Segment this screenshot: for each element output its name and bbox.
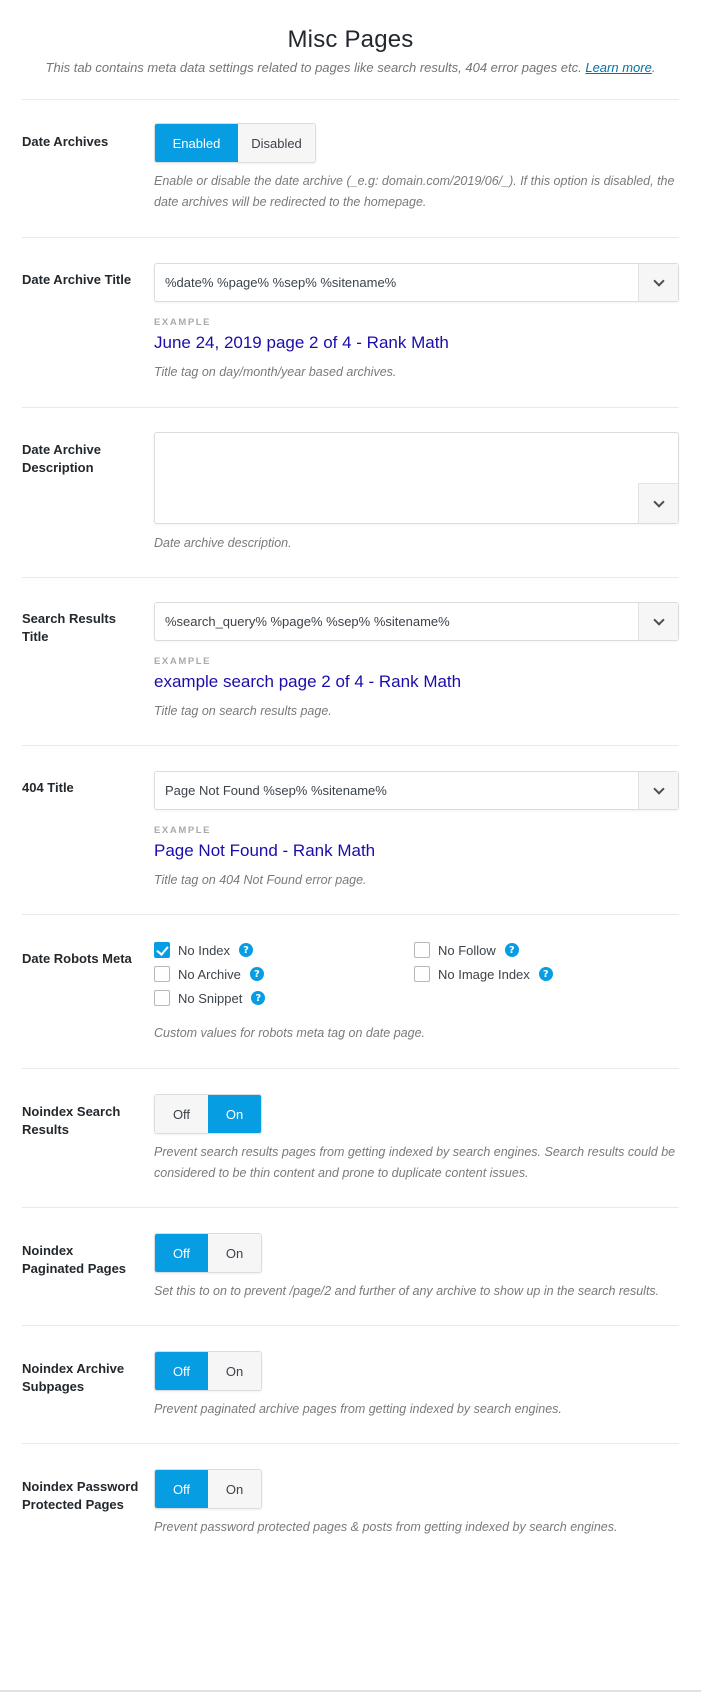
title-404-description: Title tag on 404 Not Found error page. <box>154 873 367 887</box>
search-results-title-description: Title tag on search results page. <box>154 704 332 718</box>
row-date-archives: Date Archives Enabled Disabled Enable or… <box>22 100 679 238</box>
robots-noimageindex-option[interactable]: No Image Index ? <box>414 965 614 983</box>
noindex-password-protected-toggle[interactable]: Off On <box>154 1469 262 1509</box>
page-description: This tab contains meta data settings rel… <box>22 60 679 75</box>
noindex-search-results-off-option[interactable]: Off <box>155 1095 208 1133</box>
robots-noindex-checkbox[interactable] <box>154 942 170 958</box>
chevron-down-icon <box>652 782 665 795</box>
date-archives-enabled-option[interactable]: Enabled <box>155 124 238 162</box>
noindex-archive-subpages-on-option[interactable]: On <box>208 1352 261 1390</box>
chevron-down-icon <box>652 495 665 508</box>
noindex-search-results-label: Noindex Search Results <box>22 1104 121 1137</box>
noindex-search-results-toggle[interactable]: Off On <box>154 1094 262 1134</box>
search-results-title-input[interactable] <box>155 603 638 640</box>
search-results-title-field <box>154 602 679 641</box>
robots-noarchive-checkbox[interactable] <box>154 966 170 982</box>
robots-nosnippet-label: No Snippet <box>178 990 243 1006</box>
row-date-robots-meta: Date Robots Meta No Index ? No Follow ? … <box>22 915 679 1069</box>
title-404-variables-button[interactable] <box>638 772 678 809</box>
robots-nofollow-label: No Follow <box>438 942 496 958</box>
noindex-archive-subpages-off-option[interactable]: Off <box>155 1352 208 1390</box>
date-archive-description-help: Date archive description. <box>154 536 292 550</box>
row-404-title: 404 Title EXAMPLE Page Not Found - Rank … <box>22 746 679 915</box>
robots-noimageindex-checkbox[interactable] <box>414 966 430 982</box>
row-date-archive-description: Date Archive Description Date archive de… <box>22 408 679 578</box>
chevron-down-icon <box>652 613 665 626</box>
date-archives-disabled-option[interactable]: Disabled <box>238 124 315 162</box>
noindex-password-protected-description: Prevent password protected pages & posts… <box>154 1520 618 1534</box>
date-archives-label: Date Archives <box>22 134 109 149</box>
date-archive-title-variables-button[interactable] <box>638 264 678 301</box>
example-label: EXAMPLE <box>154 825 212 836</box>
noindex-password-protected-off-option[interactable]: Off <box>155 1470 208 1508</box>
noindex-search-results-description: Prevent search results pages from gettin… <box>154 1145 676 1180</box>
robots-noarchive-label: No Archive <box>178 966 241 982</box>
date-archive-description-textarea[interactable] <box>155 433 638 523</box>
robots-noarchive-option[interactable]: No Archive ? <box>154 965 414 983</box>
noindex-paginated-pages-off-option[interactable]: Off <box>155 1234 208 1272</box>
noindex-archive-subpages-toggle[interactable]: Off On <box>154 1351 262 1391</box>
robots-nofollow-option[interactable]: No Follow ? <box>414 941 614 959</box>
noindex-search-results-on-option[interactable]: On <box>208 1095 261 1133</box>
title-404-label: 404 Title <box>22 780 74 795</box>
noindex-password-protected-on-option[interactable]: On <box>208 1470 261 1508</box>
row-search-results-title: Search Results Title EXAMPLE example sea… <box>22 578 679 746</box>
search-results-title-example: example search page 2 of 4 - Rank Math <box>154 672 462 691</box>
robots-noimageindex-label: No Image Index <box>438 966 530 982</box>
noindex-paginated-pages-toggle[interactable]: Off On <box>154 1233 262 1273</box>
date-archive-title-label: Date Archive Title <box>22 272 132 287</box>
learn-more-link[interactable]: Learn more <box>585 60 651 75</box>
noindex-archive-subpages-description: Prevent paginated archive pages from get… <box>154 1402 562 1416</box>
misc-pages-settings: Misc Pages This tab contains meta data s… <box>0 0 701 1564</box>
date-archive-description-field <box>154 432 679 524</box>
title-404-field <box>154 771 679 810</box>
title-404-example: Page Not Found - Rank Math <box>154 841 376 860</box>
date-robots-meta-description: Custom values for robots meta tag on dat… <box>154 1026 425 1040</box>
date-archive-title-description: Title tag on day/month/year based archiv… <box>154 365 397 379</box>
help-icon[interactable]: ? <box>538 967 553 981</box>
example-label: EXAMPLE <box>154 317 212 328</box>
search-results-title-label: Search Results Title <box>22 611 116 644</box>
robots-noindex-option[interactable]: No Index ? <box>154 941 414 959</box>
title-404-input[interactable] <box>155 772 638 809</box>
example-label: EXAMPLE <box>154 656 212 667</box>
row-noindex-search-results: Noindex Search Results Off On Prevent se… <box>22 1069 679 1208</box>
page-description-text: This tab contains meta data settings rel… <box>45 60 582 75</box>
robots-nosnippet-checkbox[interactable] <box>154 990 170 1006</box>
date-archive-title-field <box>154 263 679 302</box>
period: . <box>651 60 656 75</box>
chevron-down-icon <box>652 274 665 287</box>
robots-meta-checkbox-group: No Index ? No Follow ? No Archive ? No I… <box>154 941 679 1007</box>
robots-nosnippet-option[interactable]: No Snippet ? <box>154 989 414 1007</box>
page-header: Misc Pages This tab contains meta data s… <box>22 0 679 100</box>
row-noindex-paginated-pages: Noindex Paginated Pages Off On Set this … <box>22 1208 679 1326</box>
robots-noindex-label: No Index <box>178 942 231 958</box>
date-robots-meta-label: Date Robots Meta <box>22 951 132 966</box>
date-archive-title-input[interactable] <box>155 264 638 301</box>
date-archives-description: Enable or disable the date archive (_e.g… <box>154 174 675 209</box>
page-title: Misc Pages <box>287 26 414 53</box>
noindex-paginated-pages-label: Noindex Paginated Pages <box>22 1243 127 1276</box>
noindex-paginated-pages-description: Set this to on to prevent /page/2 and fu… <box>154 1284 660 1298</box>
search-results-title-variables-button[interactable] <box>638 603 678 640</box>
noindex-paginated-pages-on-option[interactable]: On <box>208 1234 261 1272</box>
help-icon[interactable]: ? <box>504 943 519 957</box>
date-archives-toggle[interactable]: Enabled Disabled <box>154 123 316 163</box>
date-archive-description-label: Date Archive Description <box>22 442 101 475</box>
row-date-archive-title: Date Archive Title EXAMPLE June 24, 2019… <box>22 238 679 408</box>
help-icon[interactable]: ? <box>251 991 266 1005</box>
date-archive-title-example: June 24, 2019 page 2 of 4 - Rank Math <box>154 333 449 352</box>
help-icon[interactable]: ? <box>239 943 254 957</box>
robots-nofollow-checkbox[interactable] <box>414 942 430 958</box>
row-noindex-archive-subpages: Noindex Archive Subpages Off On Prevent … <box>22 1326 679 1444</box>
date-archive-description-variables-button[interactable] <box>638 483 678 523</box>
noindex-password-protected-label: Noindex Password Protected Pages <box>22 1479 139 1512</box>
noindex-archive-subpages-label: Noindex Archive Subpages <box>22 1361 125 1394</box>
help-icon[interactable]: ? <box>249 967 264 981</box>
row-noindex-password-protected: Noindex Password Protected Pages Off On … <box>22 1444 679 1564</box>
